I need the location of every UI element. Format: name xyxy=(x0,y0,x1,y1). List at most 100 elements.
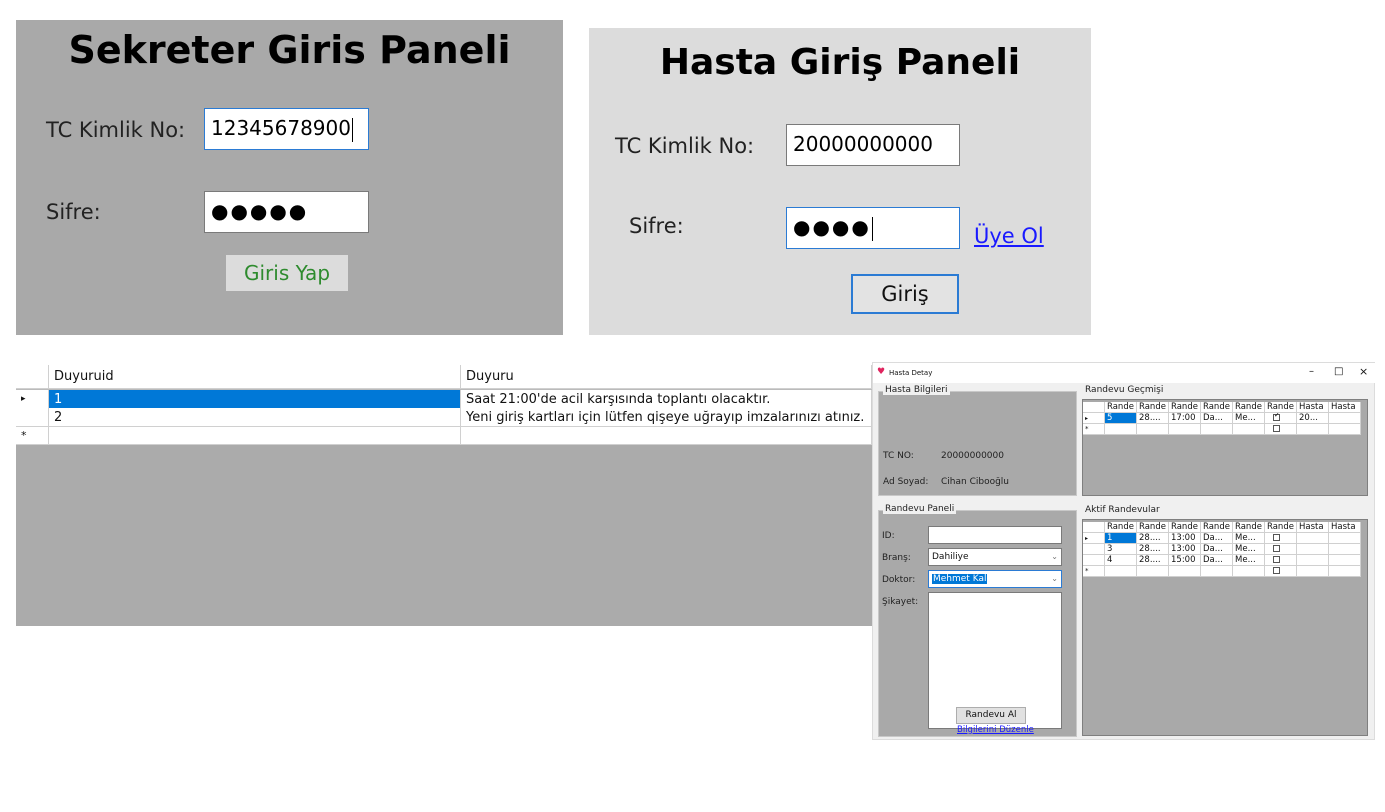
table-cell[interactable] xyxy=(1169,424,1201,435)
table-cell[interactable]: Me... xyxy=(1233,413,1265,424)
column-header[interactable]: Rande xyxy=(1265,522,1297,533)
table-cell[interactable] xyxy=(1233,566,1265,577)
cell-duyuruid[interactable] xyxy=(49,427,461,445)
column-header[interactable]: Rande xyxy=(1137,402,1169,413)
checkbox[interactable] xyxy=(1273,545,1280,552)
table-cell[interactable]: 3 xyxy=(1105,544,1137,555)
table-row[interactable]: ▸ 1 28.... 13:00 Da... Me... xyxy=(1083,533,1361,544)
table-row[interactable]: 3 28.... 13:00 Da... Me... xyxy=(1083,544,1361,555)
table-cell[interactable]: Me... xyxy=(1233,533,1265,544)
column-header[interactable]: Rande xyxy=(1265,402,1297,413)
table-cell[interactable]: 28.... xyxy=(1137,413,1169,424)
id-input[interactable] xyxy=(928,526,1062,544)
table-cell[interactable] xyxy=(1105,424,1137,435)
table-cell[interactable]: Da... xyxy=(1201,555,1233,566)
column-header[interactable]: Rande xyxy=(1233,522,1265,533)
checkbox-cell[interactable] xyxy=(1265,413,1297,424)
table-cell[interactable]: 28.... xyxy=(1137,544,1169,555)
table-row[interactable]: 4 28.... 15:00 Da... Me... xyxy=(1083,555,1361,566)
column-header[interactable]: Rande xyxy=(1137,522,1169,533)
column-header[interactable]: Rande xyxy=(1105,522,1137,533)
table-cell[interactable] xyxy=(1329,555,1361,566)
table-cell[interactable]: 5 xyxy=(1105,413,1137,424)
checkbox[interactable] xyxy=(1273,567,1280,574)
table-cell[interactable]: Da... xyxy=(1201,533,1233,544)
uye-ol-link[interactable]: Üye Ol xyxy=(974,224,1044,248)
column-header[interactable]: Rande xyxy=(1201,522,1233,533)
new-row[interactable]: * xyxy=(16,427,872,445)
bilgilerini-duzenle-link[interactable]: Bilgilerini Düzenle xyxy=(957,725,1034,735)
table-cell[interactable] xyxy=(1297,533,1329,544)
table-cell[interactable] xyxy=(1169,566,1201,577)
table-row[interactable]: ▸ 1 Saat 21:00'de acil karşısında toplan… xyxy=(16,389,872,409)
column-header[interactable]: Rande xyxy=(1233,402,1265,413)
table-cell[interactable]: Me... xyxy=(1233,555,1265,566)
checkbox[interactable] xyxy=(1273,425,1280,432)
column-header[interactable]: Hasta xyxy=(1329,522,1361,533)
column-header[interactable]: Rande xyxy=(1169,402,1201,413)
table-cell[interactable]: 17:00 xyxy=(1169,413,1201,424)
aktif-header-row[interactable]: Rande Rande Rande Rande Rande Rande Hasta Hasta xyxy=(1083,522,1361,533)
cell-duyuruid[interactable]: 1 xyxy=(49,390,461,409)
table-row[interactable]: ▸528....17:00Da...Me... 20... xyxy=(1083,413,1361,424)
table-cell[interactable]: 28.... xyxy=(1137,533,1169,544)
table-cell[interactable] xyxy=(1265,424,1297,435)
table-cell[interactable]: Da... xyxy=(1201,413,1233,424)
table-cell[interactable] xyxy=(1297,566,1329,577)
close-button[interactable]: × xyxy=(1359,365,1368,378)
table-cell[interactable] xyxy=(1297,555,1329,566)
table-cell[interactable] xyxy=(1137,424,1169,435)
table-cell[interactable]: 4 xyxy=(1105,555,1137,566)
doktor-select[interactable]: Mehmet Kal ⌄ xyxy=(928,570,1062,588)
table-cell[interactable] xyxy=(1329,413,1361,424)
duyuru-datagrid[interactable]: Duyuruid Duyuru ▸ 1 Saat 21:00'de acil k… xyxy=(16,365,872,626)
gecmis-header-row[interactable]: Rande Rande Rande Rande Rande Rande Hasta Hasta xyxy=(1083,402,1361,413)
sekreter-sifre-input[interactable]: ●●●●● xyxy=(204,191,369,233)
checkbox-checked[interactable] xyxy=(1273,413,1280,421)
giris-button[interactable]: Giriş xyxy=(851,274,959,314)
sekreter-tc-input[interactable]: 12345678900 xyxy=(204,108,369,150)
table-cell[interactable]: 15:00 xyxy=(1169,555,1201,566)
column-header[interactable]: Rande xyxy=(1169,522,1201,533)
table-cell[interactable] xyxy=(1233,424,1265,435)
aktif-randevular-grid[interactable]: Rande Rande Rande Rande Rande Rande Hasta Hasta… xyxy=(1082,519,1368,736)
table-cell[interactable] xyxy=(1329,544,1361,555)
table-cell[interactable] xyxy=(1329,566,1361,577)
randevu-gecmisi-grid[interactable]: Rande Rande Rande Rande Rande Rande Hasta Hasta… xyxy=(1082,399,1368,496)
table-cell[interactable]: 1 xyxy=(1105,533,1137,544)
cell-duyuru[interactable]: Saat 21:00'de acil karşısında toplantı o… xyxy=(461,390,872,409)
new-row[interactable]: * xyxy=(1083,424,1361,435)
minimize-button[interactable]: – xyxy=(1309,366,1314,377)
column-header-duyuru[interactable]: Duyuru xyxy=(461,365,872,389)
checkbox[interactable] xyxy=(1273,556,1280,563)
checkbox-cell[interactable] xyxy=(1265,555,1297,566)
column-header[interactable]: Hasta xyxy=(1297,402,1329,413)
column-header[interactable]: Rande xyxy=(1201,402,1233,413)
brans-select[interactable]: Dahiliye ⌄ xyxy=(928,548,1062,566)
checkbox-cell[interactable] xyxy=(1265,544,1297,555)
table-cell[interactable] xyxy=(1201,566,1233,577)
table-cell[interactable] xyxy=(1265,566,1297,577)
table-cell[interactable]: 13:00 xyxy=(1169,533,1201,544)
table-cell[interactable] xyxy=(1105,566,1137,577)
giris-yap-button[interactable]: Giris Yap xyxy=(226,255,348,291)
column-header[interactable]: Hasta xyxy=(1329,402,1361,413)
randevu-al-button[interactable]: Randevu Al xyxy=(956,707,1026,724)
table-cell[interactable] xyxy=(1329,533,1361,544)
column-header-duyuruid[interactable]: Duyuruid xyxy=(49,365,461,389)
table-cell[interactable]: 13:00 xyxy=(1169,544,1201,555)
cell-duyuruid[interactable]: 2 xyxy=(49,408,461,427)
table-cell[interactable]: Da... xyxy=(1201,544,1233,555)
column-header[interactable]: Hasta xyxy=(1297,522,1329,533)
checkbox-cell[interactable] xyxy=(1265,533,1297,544)
table-cell[interactable] xyxy=(1329,424,1361,435)
table-cell[interactable] xyxy=(1137,566,1169,577)
new-row[interactable]: * xyxy=(1083,566,1361,577)
table-cell[interactable]: Me... xyxy=(1233,544,1265,555)
table-row[interactable]: 2 Yeni giriş kartları için lütfen qişeye… xyxy=(16,408,872,427)
table-cell[interactable] xyxy=(1201,424,1233,435)
checkbox[interactable] xyxy=(1273,534,1280,541)
cell-duyuru[interactable] xyxy=(461,427,872,445)
column-header[interactable]: Rande xyxy=(1105,402,1137,413)
table-cell[interactable] xyxy=(1297,424,1329,435)
